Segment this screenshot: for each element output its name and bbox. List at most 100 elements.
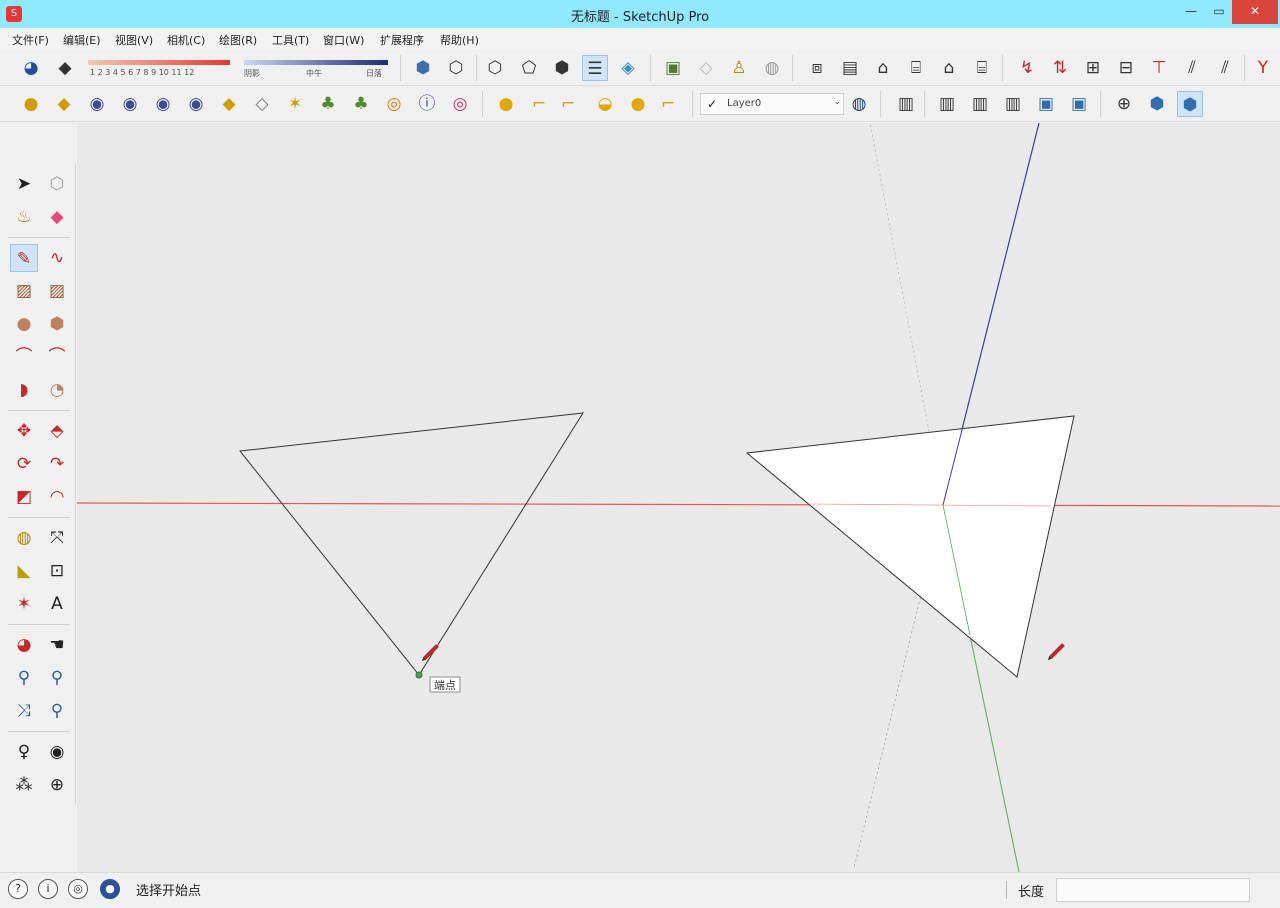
- materials-icon[interactable]: ◇: [693, 55, 719, 81]
- entity-info-icon[interactable]: ▥: [967, 91, 993, 117]
- components-icon[interactable]: ▣: [660, 55, 686, 81]
- freehand-icon[interactable]: ∿: [43, 244, 71, 272]
- shadow-time-slider[interactable]: 1 2 3 4 5 6 7 8 9 10 11 12: [88, 58, 230, 80]
- three-point-arc-icon[interactable]: ◗: [10, 376, 38, 404]
- styles-icon[interactable]: ▣: [1033, 91, 1059, 117]
- menu-camera[interactable]: 相机(C): [167, 32, 205, 48]
- minimize-button[interactable]: —: [1176, 0, 1206, 24]
- text-tool-icon[interactable]: ⊡: [43, 557, 71, 585]
- person-icon[interactable]: ♙: [726, 55, 752, 81]
- color-wheel-icon[interactable]: ◎: [447, 91, 473, 117]
- dome-light-icon[interactable]: ◒: [592, 91, 618, 117]
- length-input[interactable]: [1056, 878, 1250, 902]
- left-view-icon[interactable]: ⌸: [969, 55, 995, 81]
- iso-view-icon[interactable]: ⧈: [804, 55, 830, 81]
- offset-icon[interactable]: ◠: [43, 483, 71, 511]
- walk-look-icon[interactable]: ⬢: [1177, 91, 1203, 117]
- layer-dropdown[interactable]: ✓ Layer0 ⌄: [700, 93, 844, 115]
- chevron-down-icon[interactable]: ⌄: [833, 97, 841, 107]
- pie-icon[interactable]: ◔: [43, 376, 71, 404]
- circle-icon[interactable]: ●: [10, 310, 38, 338]
- sphere-icon[interactable]: ◍: [759, 55, 785, 81]
- menu-tools[interactable]: 工具(T): [272, 32, 309, 48]
- shadows-toggle-icon[interactable]: ◕: [18, 55, 44, 81]
- section-fill-icon[interactable]: ⇅: [1047, 55, 1073, 81]
- rotated-rectangle-icon[interactable]: ▨: [43, 277, 71, 305]
- scene-icon[interactable]: ♣: [348, 91, 374, 117]
- position-camera-icon[interactable]: ♀: [10, 738, 38, 766]
- extension-rt-icon[interactable]: ◉: [117, 91, 143, 117]
- shaded-textures-style-icon[interactable]: ☰: [582, 55, 608, 81]
- rectangle-icon[interactable]: ▨: [10, 277, 38, 305]
- select-arrow-icon[interactable]: ➤: [10, 170, 38, 198]
- menu-extensions[interactable]: 扩展程序: [380, 32, 424, 48]
- close-button[interactable]: ✕: [1232, 0, 1278, 24]
- axes-icon[interactable]: ✶: [10, 590, 38, 618]
- target-icon[interactable]: ⊕: [1111, 91, 1137, 117]
- section-plane-icon[interactable]: ↯: [1014, 55, 1040, 81]
- tag-icon[interactable]: ◆: [216, 91, 242, 117]
- look-around-icon[interactable]: ◉: [43, 738, 71, 766]
- fog-toggle-icon[interactable]: ◆: [52, 55, 78, 81]
- rotate-icon[interactable]: ⟳: [10, 450, 38, 478]
- section-plane-tool-icon[interactable]: ⊕: [43, 771, 71, 799]
- tape-measure-icon[interactable]: ◍: [10, 524, 38, 552]
- scale-icon[interactable]: ◩: [10, 483, 38, 511]
- zoom-extents-icon[interactable]: ⤨: [10, 697, 38, 725]
- zoom-icon[interactable]: ⚲: [10, 664, 38, 692]
- monochrome-style-icon[interactable]: ◈: [615, 55, 641, 81]
- section-cuts-icon[interactable]: ⊞: [1080, 55, 1106, 81]
- extension-tool-icon[interactable]: ◉: [183, 91, 209, 117]
- extension-y-icon[interactable]: Y: [1250, 55, 1276, 81]
- render-icon[interactable]: ◎: [381, 91, 407, 117]
- point-light-icon[interactable]: ●: [625, 91, 651, 117]
- hidden-line-style-icon[interactable]: ⬠: [516, 55, 542, 81]
- pan-hand-icon[interactable]: ☚: [43, 631, 71, 659]
- extension-r-icon[interactable]: ◉: [84, 91, 110, 117]
- gem-icon[interactable]: ◇: [249, 91, 275, 117]
- follow-me-icon[interactable]: ↷: [43, 450, 71, 478]
- move-icon[interactable]: ✥: [10, 417, 38, 445]
- zoom-window-icon[interactable]: ⚲: [43, 664, 71, 692]
- dimension-icon[interactable]: ⤧: [43, 524, 71, 552]
- user-icon[interactable]: ◎: [68, 879, 88, 899]
- menu-window[interactable]: 窗口(W): [323, 32, 364, 48]
- warehouse-icon[interactable]: ●: [18, 91, 44, 117]
- model-canvas[interactable]: 端点: [77, 123, 1280, 872]
- paint-book-icon[interactable]: ▥: [893, 91, 919, 117]
- walk-footprints-icon[interactable]: ⁂: [10, 771, 38, 799]
- front-view-icon[interactable]: ⌂: [870, 55, 896, 81]
- camera-position-icon[interactable]: ⬢: [1144, 91, 1170, 117]
- arc-icon[interactable]: ⌒: [10, 343, 38, 371]
- wireframe-style-icon[interactable]: ⬡: [482, 55, 508, 81]
- outliner-icon[interactable]: ▥: [934, 91, 960, 117]
- extension-rb-icon[interactable]: ◉: [150, 91, 176, 117]
- component-icon[interactable]: ⬡: [43, 170, 71, 198]
- maximize-button[interactable]: ▭: [1204, 0, 1234, 24]
- info-icon[interactable]: i: [38, 879, 58, 899]
- top-view-icon[interactable]: ▤: [837, 55, 863, 81]
- section-edges-icon[interactable]: ⊤: [1146, 55, 1172, 81]
- layer-manager-icon[interactable]: ◍: [846, 91, 872, 117]
- mesh-light-icon[interactable]: ⌐: [655, 91, 681, 117]
- instructor-icon[interactable]: ?: [8, 879, 28, 899]
- xray-style-icon[interactable]: ⬢: [410, 55, 436, 81]
- sandbox-drape-icon[interactable]: ⫽: [1212, 55, 1238, 81]
- 3d-text-icon[interactable]: A: [43, 590, 71, 618]
- back-edges-style-icon[interactable]: ⬡: [443, 55, 469, 81]
- ies-light-icon[interactable]: ⌐: [555, 91, 581, 117]
- menu-draw[interactable]: 绘图(R): [219, 32, 257, 48]
- spot-light-icon[interactable]: ⌐: [526, 91, 552, 117]
- right-view-icon[interactable]: ⌸: [903, 55, 929, 81]
- section-display-icon[interactable]: ⊟: [1113, 55, 1139, 81]
- sparkle-icon[interactable]: ✶: [282, 91, 308, 117]
- share-model-icon[interactable]: ◆: [51, 91, 77, 117]
- protractor-icon[interactable]: ◣: [10, 557, 38, 585]
- menu-edit[interactable]: 编辑(E): [63, 32, 101, 48]
- info-extension-icon[interactable]: ⓘ: [414, 91, 440, 117]
- light-sphere-icon[interactable]: ●: [493, 91, 519, 117]
- paint-bucket-icon[interactable]: ♨: [10, 203, 38, 231]
- eraser-icon[interactable]: ◆: [43, 203, 71, 231]
- sandbox-icon[interactable]: ⫽: [1179, 55, 1205, 81]
- back-view-icon[interactable]: ⌂: [936, 55, 962, 81]
